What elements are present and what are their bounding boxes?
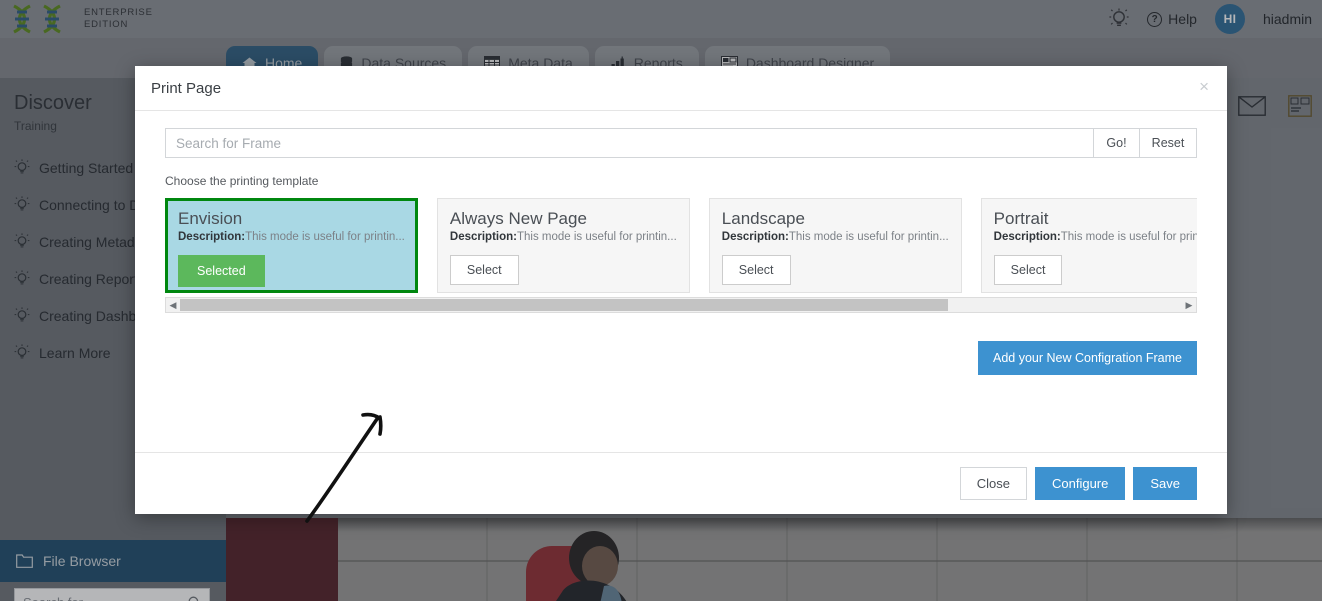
template-card-envision[interactable]: Envision Description:This mode is useful… xyxy=(165,198,418,293)
template-cards-viewport: Envision Description:This mode is useful… xyxy=(165,198,1197,293)
template-card-desc-label: Description: xyxy=(449,231,517,243)
dialog-header: Print Page × xyxy=(135,66,1227,111)
app-root: ENTERPRISE EDITION ? Help HI hiadmin Hom… xyxy=(0,0,1322,601)
scrollbar-thumb[interactable] xyxy=(180,299,948,311)
template-cards-track: Envision Description:This mode is useful… xyxy=(165,198,1197,293)
template-card-desc-text: This mode is useful for printin... xyxy=(1060,231,1197,243)
save-button[interactable]: Save xyxy=(1133,467,1197,500)
cards-horizontal-scrollbar[interactable]: ◀ ▶ xyxy=(165,297,1197,313)
add-frame-row: Add your New Configration Frame xyxy=(165,341,1197,375)
template-select-button[interactable]: Selected xyxy=(178,255,265,287)
template-card-desc-label: Description: xyxy=(993,231,1061,243)
search-reset-button[interactable]: Reset xyxy=(1139,128,1197,158)
template-card-landscape[interactable]: Landscape Description:This mode is usefu… xyxy=(708,198,962,293)
search-go-button[interactable]: Go! xyxy=(1093,128,1139,158)
template-card-title: Portrait xyxy=(993,209,1049,228)
close-button[interactable]: Close xyxy=(959,467,1027,500)
close-icon[interactable]: × xyxy=(1195,76,1213,97)
frame-search-row: Go! Reset xyxy=(165,128,1197,158)
template-card-description: Description:This mode is useful for prin… xyxy=(178,231,405,243)
template-card-desc-text: This mode is useful for printin... xyxy=(516,231,677,243)
template-card-desc-label: Description: xyxy=(178,231,246,243)
template-card-always-new-page[interactable]: Always New Page Description:This mode is… xyxy=(436,198,690,293)
template-card-title: Always New Page xyxy=(449,209,587,228)
dialog-title: Print Page xyxy=(151,79,222,97)
template-card-desc-text: This mode is useful for printin... xyxy=(788,231,949,243)
chevron-left-icon[interactable]: ◀ xyxy=(166,300,180,311)
add-configuration-frame-button[interactable]: Add your New Configration Frame xyxy=(978,341,1197,375)
template-select-button[interactable]: Select xyxy=(721,255,791,285)
template-card-portrait[interactable]: Portrait Description:This mode is useful… xyxy=(980,198,1197,293)
chevron-right-icon[interactable]: ▶ xyxy=(1182,300,1196,311)
choose-template-label: Choose the printing template xyxy=(165,174,319,188)
configure-button[interactable]: Configure xyxy=(1034,467,1126,500)
template-card-title: Landscape xyxy=(721,209,805,228)
template-card-description: Description:This mode is useful for prin… xyxy=(994,231,1197,243)
template-card-desc-label: Description: xyxy=(721,231,789,243)
print-page-dialog: Print Page × Go! Reset Choose the printi… xyxy=(135,66,1227,523)
template-select-button[interactable]: Select xyxy=(449,255,519,285)
template-select-button[interactable]: Select xyxy=(993,255,1063,285)
template-card-desc-text: This mode is useful for printin... xyxy=(245,231,405,243)
template-card-description: Description:This mode is useful for prin… xyxy=(450,231,677,243)
template-card-description: Description:This mode is useful for prin… xyxy=(722,231,949,243)
dialog-body: Go! Reset Choose the printing template E… xyxy=(135,111,1227,523)
template-card-title: Envision xyxy=(178,209,243,228)
dialog-footer: Close Configure Save xyxy=(135,452,1227,514)
search-input[interactable] xyxy=(165,128,1093,158)
